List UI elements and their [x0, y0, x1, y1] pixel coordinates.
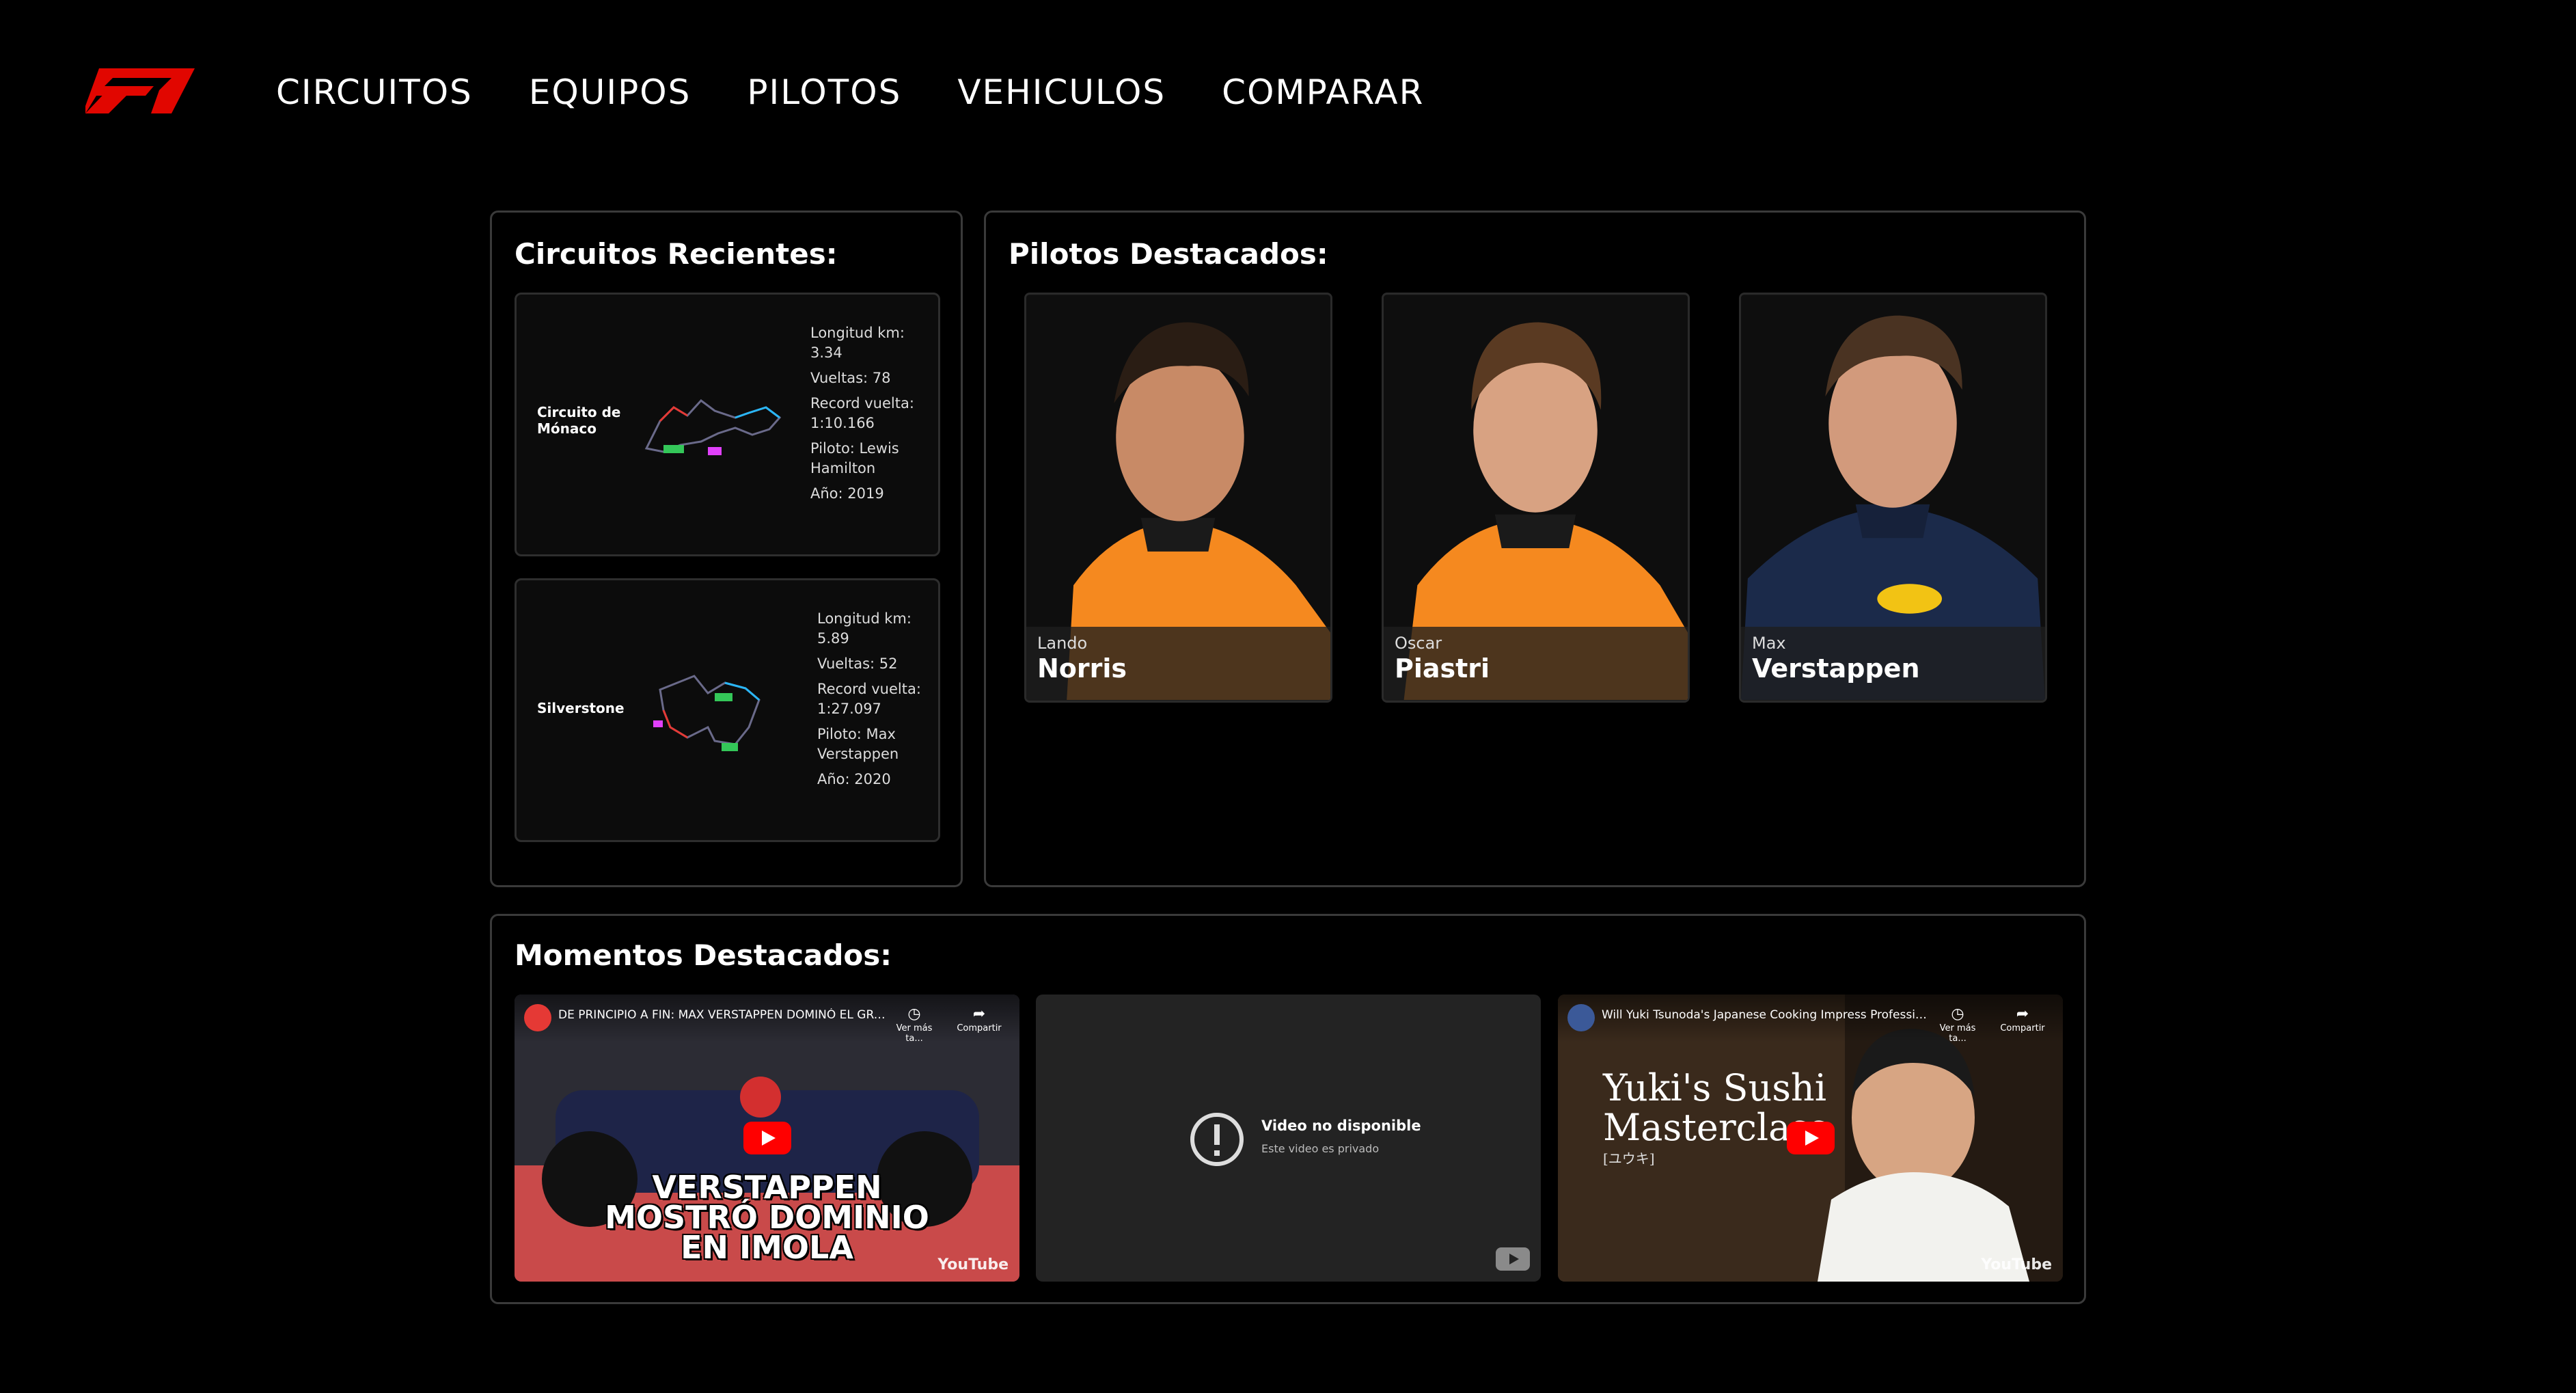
- circuit-record-pilot: Piloto: Max Verstappen: [817, 726, 899, 762]
- video-unavailable[interactable]: Video no disponible Este video es privad…: [1036, 995, 1541, 1282]
- circuit-length: Longitud km: 5.89: [817, 610, 912, 647]
- channel-avatar[interactable]: [524, 1004, 551, 1031]
- highlights-panel: Momentos Destacados: DE PRINCIPIO A FIN:…: [490, 914, 2086, 1304]
- circuit-laps: Vueltas: 78: [810, 370, 891, 386]
- alert-icon: [1190, 1113, 1244, 1166]
- pilot-label: Lando Norris: [1026, 627, 1330, 701]
- share-button[interactable]: ➦ Compartir: [1995, 1005, 2050, 1033]
- share-button[interactable]: ➦ Compartir: [952, 1005, 1006, 1033]
- video-title[interactable]: DE PRINCIPIO A FIN: MAX VERSTAPPEN DOMIN…: [558, 1008, 886, 1022]
- circuit-name: Silverstone: [537, 700, 625, 716]
- unavailable-subtitle: Este video es privado: [1261, 1142, 1380, 1155]
- circuit-map-silverstone: [653, 675, 761, 751]
- pilot-first-name: Lando: [1037, 634, 1088, 653]
- featured-pilots-title: Pilotos Destacados:: [1009, 237, 1328, 271]
- circuit-card-monaco[interactable]: Circuito de Mónaco Longitud km: 3.34 Vue…: [515, 293, 940, 556]
- pilot-first-name: Oscar: [1395, 634, 1442, 653]
- unavailable-title: Video no disponible: [1261, 1118, 1421, 1134]
- thumbnail-overlay-text: VERSTAPPEN MOSTRÓ DOMINIO EN IMOLA: [605, 1169, 929, 1266]
- pilot-card-verstappen[interactable]: Max Verstappen: [1739, 293, 2047, 703]
- pilot-last-name: Piastri: [1395, 653, 1490, 684]
- video-title[interactable]: Will Yuki Tsunoda's Japanese Cooking Imp…: [1602, 1008, 1930, 1022]
- pilot-label: Max Verstappen: [1741, 627, 2045, 701]
- circuit-record-year: Año: 2020: [817, 771, 891, 787]
- nav-vehiculos[interactable]: VEHICULOS: [957, 72, 1166, 112]
- nav-circuitos[interactable]: CIRCUITOS: [276, 72, 473, 112]
- circuit-record: Record vuelta: 1:10.166: [810, 395, 914, 431]
- f1-logo[interactable]: [85, 68, 195, 113]
- circuit-record-pilot: Piloto: Lewis Hamilton: [810, 440, 899, 476]
- youtube-logo[interactable]: [1496, 1247, 1530, 1271]
- clock-icon: ◷: [907, 1005, 921, 1023]
- pilot-card-norris[interactable]: Lando Norris: [1024, 293, 1332, 703]
- circuit-laps: Vueltas: 52: [817, 655, 898, 672]
- clock-icon: ◷: [1951, 1005, 1964, 1023]
- circuit-map-monaco: [644, 398, 782, 455]
- circuit-name: Circuito de Mónaco: [537, 404, 621, 437]
- highlights-title: Momentos Destacados:: [515, 938, 892, 972]
- nav-equipos[interactable]: EQUIPOS: [529, 72, 691, 112]
- recent-circuits-title: Circuitos Recientes:: [515, 237, 838, 271]
- play-button[interactable]: [743, 1122, 791, 1154]
- circuit-record: Record vuelta: 1:27.097: [817, 681, 921, 717]
- youtube-logo[interactable]: YouTube: [1981, 1256, 2052, 1273]
- circuit-length: Longitud km: 3.34: [810, 325, 905, 361]
- pilot-last-name: Verstappen: [1752, 653, 1920, 684]
- youtube-logo[interactable]: YouTube: [937, 1256, 1009, 1273]
- channel-avatar[interactable]: [1567, 1004, 1595, 1031]
- main-nav: CIRCUITOS EQUIPOS PILOTOS VEHICULOS COMP…: [276, 68, 1480, 116]
- recent-circuits-panel: Circuitos Recientes: Circuito de Mónaco …: [490, 211, 963, 887]
- pilot-last-name: Norris: [1037, 653, 1127, 684]
- pilot-first-name: Max: [1752, 634, 1786, 653]
- pilot-card-piastri[interactable]: Oscar Piastri: [1382, 293, 1690, 703]
- pilot-label: Oscar Piastri: [1384, 627, 1688, 701]
- watch-later-button[interactable]: ◷ Ver más ta...: [1930, 1005, 1985, 1044]
- video-verstappen-imola[interactable]: DE PRINCIPIO A FIN: MAX VERSTAPPEN DOMIN…: [515, 995, 1019, 1282]
- nav-pilotos[interactable]: PILOTOS: [747, 72, 901, 112]
- circuit-record-year: Año: 2019: [810, 485, 884, 502]
- circuit-stats: Longitud km: 3.34 Vueltas: 78 Record vue…: [810, 323, 927, 509]
- circuit-card-silverstone[interactable]: Silverstone Longitud km: 5.89 Vueltas: 5…: [515, 578, 940, 842]
- nav-comparar[interactable]: COMPARAR: [1222, 72, 1424, 112]
- share-icon: ➦: [2016, 1005, 2029, 1023]
- watch-later-button[interactable]: ◷ Ver más ta...: [887, 1005, 942, 1044]
- circuit-stats: Longitud km: 5.89 Vueltas: 52 Record vue…: [817, 609, 933, 795]
- play-button[interactable]: [1786, 1122, 1835, 1154]
- video-tsunoda-sushi[interactable]: Will Yuki Tsunoda's Japanese Cooking Imp…: [1558, 995, 2063, 1282]
- featured-pilots-panel: Pilotos Destacados: Lando Norris Oscar P…: [984, 211, 2086, 887]
- share-icon: ➦: [972, 1005, 986, 1023]
